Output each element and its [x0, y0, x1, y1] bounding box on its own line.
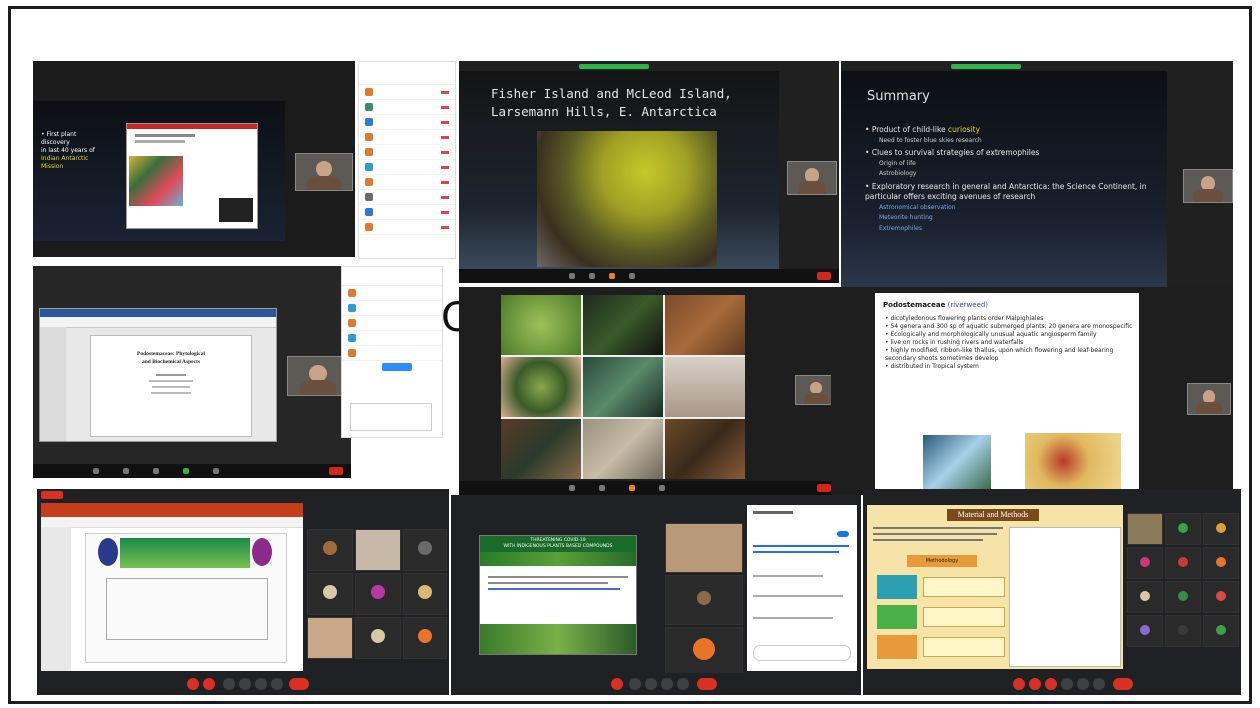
slide-area: • First plant discovery in last 40 years… [33, 101, 285, 241]
slide-area: Podostemaceae (riverweed) • dicotyledono… [875, 293, 1139, 489]
video-grid [307, 529, 447, 663]
participant-video [1187, 383, 1231, 415]
video-grid [665, 523, 743, 675]
window-header [863, 489, 1241, 501]
meeting-toolbar [37, 673, 449, 695]
methodology-label: Methodology [907, 555, 977, 567]
participant-video [1183, 169, 1233, 203]
screenshot-tile-3: Summary • Product of child-like curiosit… [841, 61, 1233, 293]
embedded-webpage [126, 123, 258, 229]
participants-panel [341, 266, 443, 438]
summary-bullets: • Product of child-like curiosity Need t… [865, 125, 1147, 232]
screenshot-tile-4: Podostemaceae: Phytological and Biochemi… [33, 266, 351, 478]
photo-cell [665, 295, 745, 355]
screenshot-tile-5 [459, 287, 839, 495]
plant-photo [1025, 433, 1121, 489]
slide-area: Summary • Product of child-like curiosit… [841, 71, 1167, 293]
photo-cell [501, 357, 581, 417]
ppt-window [41, 503, 303, 671]
photo-cell [583, 295, 663, 355]
participant-video [287, 356, 349, 396]
slide-banner: Material and Methods [947, 509, 1039, 521]
slide-title: Summary [867, 89, 930, 104]
slide-bullets: • dicotyledonous flowering plants order … [885, 315, 1133, 370]
screenshot-tile-1: • First plant discovery in last 40 years… [33, 61, 355, 257]
word-document: Podostemaceae: Phytological and Biochemi… [39, 308, 277, 442]
bullet-text: • First plant discovery in last 40 years… [41, 131, 95, 170]
slide-area: Fisher Island and McLeod Island, Larsema… [459, 71, 779, 269]
meeting-toolbar [451, 673, 861, 695]
window-header [37, 489, 449, 501]
photo-cell [583, 357, 663, 417]
meeting-toolbar [459, 269, 839, 283]
screenshot-tile-2: Fisher Island and McLeod Island, Larsema… [459, 61, 839, 283]
photo-grid [501, 295, 745, 479]
participant-video [295, 153, 353, 191]
photo-cell [665, 419, 745, 479]
participant-video [787, 161, 837, 195]
photo-cell [501, 295, 581, 355]
screenshot-tile-9: Material and Methods Methodology [863, 489, 1241, 695]
slide-thumbnail-main [85, 533, 287, 663]
screenshot-tile-6: Podostemaceae (riverweed) • dicotyledono… [831, 287, 1233, 495]
video-grid [1127, 513, 1239, 663]
waterfall-photo [923, 435, 991, 489]
chat-panel [747, 505, 857, 671]
screenshot-tile-8: THREATENING COVID-19 WITH INDIGENOUS PLA… [451, 495, 861, 695]
screenshot-tile-7 [37, 489, 449, 695]
document-page: Podostemaceae: Phytological and Biochemi… [90, 335, 252, 437]
slide-title: Fisher Island and McLeod Island, Larsema… [491, 86, 732, 119]
slide-heading: Podostemaceae (riverweed) [883, 301, 989, 309]
participants-panel [358, 61, 456, 259]
methods-slide: Material and Methods Methodology [867, 505, 1123, 669]
meeting-toolbar [459, 481, 839, 495]
photo-cell [501, 419, 581, 479]
collage-frame: • First plant discovery in last 40 years… [8, 6, 1252, 704]
landscape-photo [537, 131, 717, 267]
poster-slide: THREATENING COVID-19 WITH INDIGENOUS PLA… [479, 535, 637, 655]
meeting-toolbar [863, 673, 1241, 695]
photo-cell [583, 419, 663, 479]
photo-cell [665, 357, 745, 417]
meeting-toolbar [33, 464, 351, 478]
